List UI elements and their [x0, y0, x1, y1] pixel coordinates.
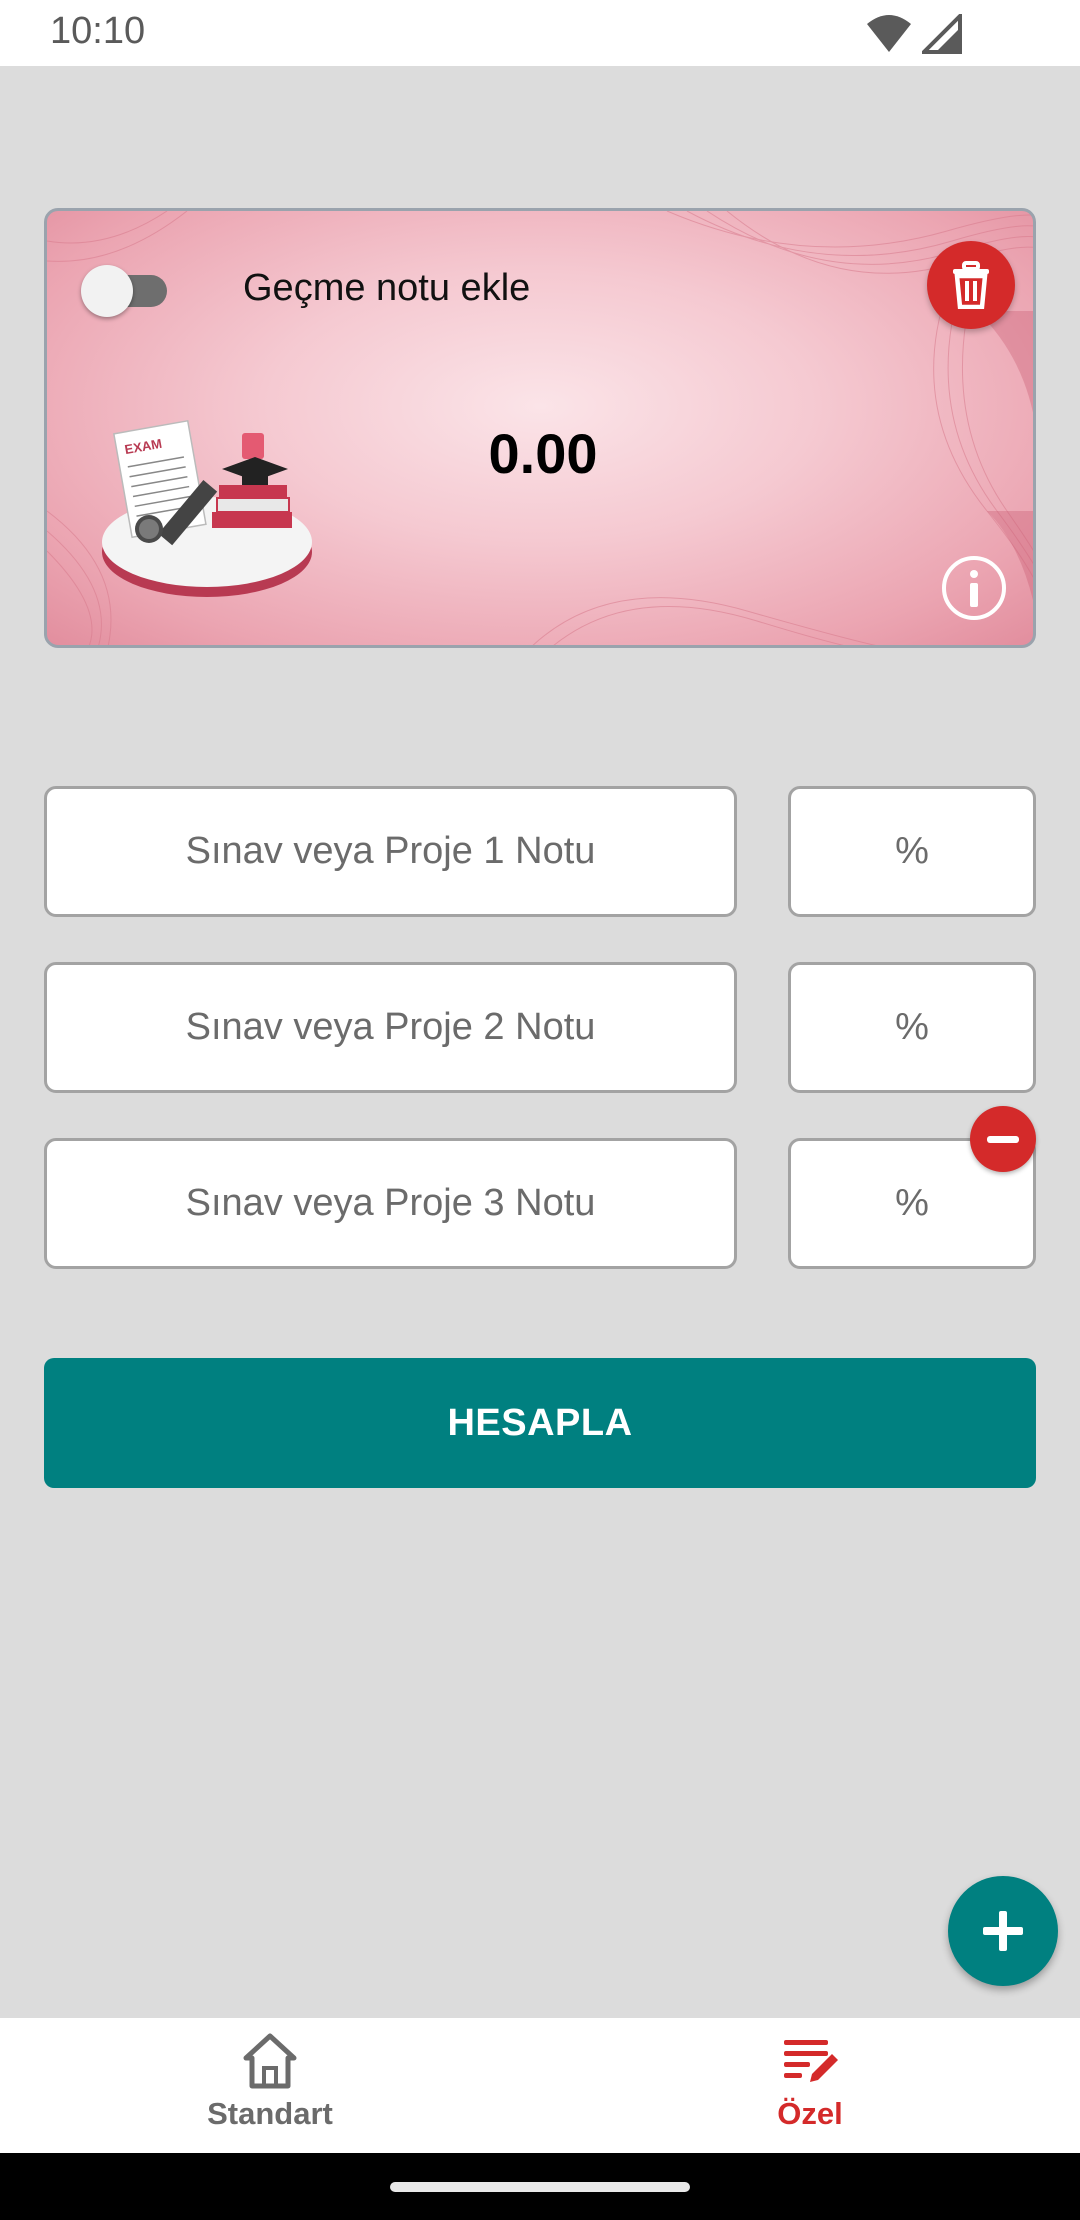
percent-input-1[interactable]: %	[788, 786, 1036, 917]
status-icons	[866, 14, 962, 54]
trash-icon	[953, 261, 989, 309]
delete-button[interactable]	[927, 241, 1015, 329]
bottom-navigation: Standart Özel	[0, 2018, 1080, 2153]
toggle-thumb	[81, 265, 133, 317]
result-card: Geçme notu ekle EXAM 0.00	[44, 208, 1036, 648]
minus-icon	[987, 1135, 1019, 1143]
wifi-icon	[867, 15, 911, 52]
passing-grade-toggle[interactable]	[81, 265, 167, 317]
passing-grade-label: Geçme notu ekle	[243, 267, 531, 309]
grade-input-2-placeholder: Sınav veya Proje 2 Notu	[185, 1006, 596, 1048]
percent-input-2-placeholder: %	[895, 1006, 929, 1048]
grade-input-3-placeholder: Sınav veya Proje 3 Notu	[185, 1182, 596, 1224]
info-icon	[942, 556, 1006, 620]
info-button[interactable]	[939, 553, 1009, 623]
remove-row-button[interactable]	[970, 1106, 1036, 1172]
grade-input-1-placeholder: Sınav veya Proje 1 Notu	[185, 830, 596, 872]
home-gesture-handle[interactable]	[390, 2182, 690, 2192]
status-bar: 10:10	[0, 0, 1080, 66]
percent-input-3-placeholder: %	[895, 1182, 929, 1224]
add-row-button[interactable]	[948, 1876, 1058, 1986]
grade-input-1[interactable]: Sınav veya Proje 1 Notu	[44, 786, 737, 917]
percent-input-2[interactable]: %	[788, 962, 1036, 1093]
signal-icon	[922, 14, 962, 54]
nav-item-ozel[interactable]: Özel	[540, 2018, 1080, 2153]
nav-label-ozel: Özel	[777, 2096, 843, 2131]
edit-list-icon	[784, 2040, 838, 2082]
gesture-bar	[0, 2153, 1080, 2220]
result-value: 0.00	[488, 422, 598, 485]
percent-input-1-placeholder: %	[895, 830, 929, 872]
nav-label-standart: Standart	[207, 2096, 333, 2131]
nav-item-standart[interactable]: Standart	[0, 2018, 540, 2153]
status-time: 10:10	[50, 10, 146, 52]
grade-input-2[interactable]: Sınav veya Proje 2 Notu	[44, 962, 737, 1093]
grade-input-3[interactable]: Sınav veya Proje 3 Notu	[44, 1138, 737, 1269]
plus-icon	[983, 1911, 1023, 1951]
calculate-button[interactable]: HESAPLA	[44, 1358, 1036, 1488]
home-icon	[243, 2033, 297, 2089]
